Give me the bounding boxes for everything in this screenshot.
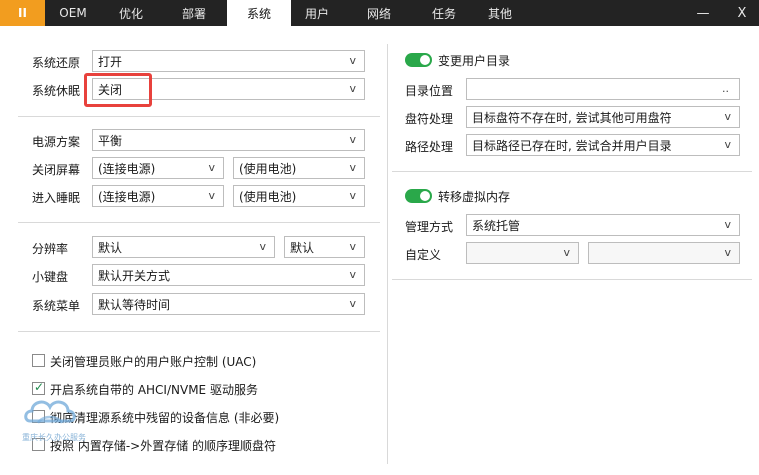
chevron-down-icon: v xyxy=(349,54,356,67)
system-menu-value: 默认等待时间 xyxy=(98,297,171,312)
resolution-dropdown[interactable]: 默认 v xyxy=(92,236,275,258)
screen-off-label: 关闭屏幕 xyxy=(32,163,81,177)
drive-handling-dropdown[interactable]: 目标盘符不存在时, 尝试其他可用盘符 v xyxy=(466,106,740,128)
highlight-box xyxy=(84,73,152,107)
screen-off-dc-dropdown[interactable]: (使用电池) v xyxy=(233,157,365,179)
system-restore-dropdown[interactable]: 打开 v xyxy=(92,50,365,72)
section-divider xyxy=(18,331,380,332)
vmem-toggle-label: 转移虚拟内存 xyxy=(438,190,511,204)
close-icon[interactable]: X xyxy=(727,0,757,26)
custom-dropdown-1[interactable]: v xyxy=(466,242,579,264)
watermark-text: 重庆长久办公服务 xyxy=(22,433,86,442)
sleep-dc-dropdown[interactable]: (使用电池) v xyxy=(233,185,365,207)
title-tab-bar: II OEM 优化 部署 系统 用户 网络 任务 其他 — X xyxy=(0,0,759,26)
tab-deploy[interactable]: 部署 xyxy=(161,0,227,26)
keypad-label: 小键盘 xyxy=(32,270,69,284)
system-menu-dropdown[interactable]: 默认等待时间 v xyxy=(92,293,365,315)
path-handling-dropdown[interactable]: 目标路径已存在时, 尝试合并用户目录 v xyxy=(466,134,740,156)
chevron-down-icon: v xyxy=(208,189,215,202)
tab-user[interactable]: 用户 xyxy=(291,0,343,26)
chevron-down-icon: v xyxy=(724,246,731,259)
system-menu-label: 系统菜单 xyxy=(32,299,81,313)
chevron-down-icon: v xyxy=(349,268,356,281)
dir-location-label: 目录位置 xyxy=(405,84,454,98)
app-menu-icon[interactable]: II xyxy=(0,0,45,26)
user-dir-toggle[interactable] xyxy=(405,53,432,67)
uac-checkbox[interactable] xyxy=(32,354,45,367)
watermark-logo-icon xyxy=(24,400,76,424)
custom-label: 自定义 xyxy=(405,248,442,262)
uac-checkbox-label: 关闭管理员账户的用户账户控制 (UAC) xyxy=(50,355,257,369)
minimize-icon[interactable]: — xyxy=(688,0,718,26)
ahci-checkbox-label: 开启系统自带的 AHCI/NVME 驱动服务 xyxy=(50,383,258,397)
section-divider xyxy=(18,116,380,117)
chevron-down-icon: v xyxy=(349,133,356,146)
manage-mode-value: 系统托管 xyxy=(472,218,521,233)
tab-network[interactable]: 网络 xyxy=(343,0,415,26)
vmem-toggle[interactable] xyxy=(405,189,432,203)
system-restore-value: 打开 xyxy=(98,54,123,69)
section-divider xyxy=(18,222,380,223)
keypad-value: 默认开关方式 xyxy=(98,268,171,283)
chevron-down-icon: v xyxy=(349,161,356,174)
chevron-down-icon: v xyxy=(349,240,356,253)
browse-button[interactable]: .. xyxy=(722,82,729,95)
chevron-down-icon: v xyxy=(349,82,356,95)
path-handling-label: 路径处理 xyxy=(405,140,454,154)
sleep-ac-value: (连接电源) xyxy=(98,189,156,204)
panel-divider xyxy=(387,44,388,464)
sleep-label: 进入睡眠 xyxy=(32,191,81,205)
keypad-dropdown[interactable]: 默认开关方式 v xyxy=(92,264,365,286)
path-handling-value: 目标路径已存在时, 尝试合并用户目录 xyxy=(472,138,672,153)
chevron-down-icon: v xyxy=(349,189,356,202)
chevron-down-icon: v xyxy=(724,110,731,123)
screen-off-dc-value: (使用电池) xyxy=(239,161,297,176)
sleep-dc-value: (使用电池) xyxy=(239,189,297,204)
cleanup-devices-checkbox-label: 彻底清理源系统中残留的设备信息 (非必要) xyxy=(50,411,280,425)
drive-handling-label: 盘符处理 xyxy=(405,112,454,126)
power-plan-value: 平衡 xyxy=(98,133,123,148)
sleep-ac-dropdown[interactable]: (连接电源) v xyxy=(92,185,224,207)
custom-dropdown-2[interactable]: v xyxy=(588,242,740,264)
chevron-down-icon: v xyxy=(349,297,356,310)
manage-mode-dropdown[interactable]: 系统托管 v xyxy=(466,214,740,236)
screen-off-ac-dropdown[interactable]: (连接电源) v xyxy=(92,157,224,179)
screen-off-ac-value: (连接电源) xyxy=(98,161,156,176)
section-divider xyxy=(392,171,752,172)
resolution-label: 分辨率 xyxy=(32,242,69,256)
user-dir-toggle-label: 变更用户目录 xyxy=(438,54,511,68)
power-plan-dropdown[interactable]: 平衡 v xyxy=(92,129,365,151)
chevron-down-icon: v xyxy=(724,138,731,151)
chevron-down-icon: v xyxy=(259,240,266,253)
section-divider xyxy=(392,279,752,280)
chevron-down-icon: v xyxy=(563,246,570,259)
tab-oem[interactable]: OEM xyxy=(45,0,101,26)
dir-location-input[interactable]: .. xyxy=(466,78,740,100)
tab-optimize[interactable]: 优化 xyxy=(101,0,161,26)
tab-other[interactable]: 其他 xyxy=(473,0,527,26)
tab-tasks[interactable]: 任务 xyxy=(415,0,473,26)
resolution-value-2: 默认 xyxy=(290,240,315,255)
chevron-down-icon: v xyxy=(724,218,731,231)
drive-handling-value: 目标盘符不存在时, 尝试其他可用盘符 xyxy=(472,110,672,125)
resolution-value: 默认 xyxy=(98,240,123,255)
manage-mode-label: 管理方式 xyxy=(405,220,454,234)
resolution-dropdown-2[interactable]: 默认 v xyxy=(284,236,365,258)
system-restore-label: 系统还原 xyxy=(32,56,81,70)
hibernate-label: 系统休眠 xyxy=(32,84,81,98)
chevron-down-icon: v xyxy=(208,161,215,174)
power-plan-label: 电源方案 xyxy=(32,135,81,149)
tab-system[interactable]: 系统 xyxy=(227,0,291,26)
